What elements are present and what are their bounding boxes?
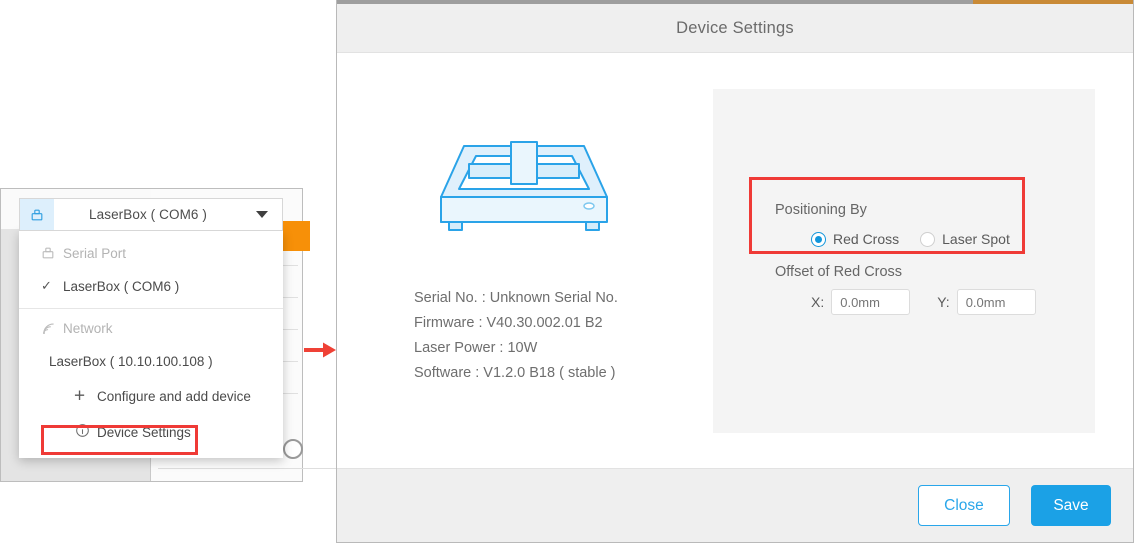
menu-item-label: LaserBox ( COM6 ) xyxy=(63,278,180,294)
plus-icon: + xyxy=(74,385,86,407)
menu-item-configure-and-add-device[interactable]: + Configure and add device xyxy=(19,378,283,414)
menu-item-laserbox-com6[interactable]: ✓ LaserBox ( COM6 ) xyxy=(19,269,283,303)
positioning-panel: Positioning By Red Cross Laser Spot Offs… xyxy=(713,89,1095,433)
info-circle-icon xyxy=(75,423,90,441)
dialog-footer: Close Save xyxy=(337,468,1133,542)
wifi-network-icon xyxy=(39,319,57,337)
offset-x-input[interactable] xyxy=(831,289,911,315)
menu-separator xyxy=(19,308,283,309)
menu-group-serial-port: Serial Port xyxy=(19,237,283,269)
menu-item-laserbox-network[interactable]: LaserBox ( 10.10.100.108 ) xyxy=(19,344,283,378)
offset-of-red-cross-label: Offset of Red Cross xyxy=(775,264,903,280)
device-info-power: Laser Power : 10W xyxy=(414,340,538,356)
serial-port-icon xyxy=(20,199,54,230)
offset-x-label: X: xyxy=(811,294,825,310)
dialog-header: Device Settings xyxy=(337,4,1133,53)
device-settings-dialog: Device Settings Serial No.: Unknown Ser… xyxy=(336,0,1134,543)
offset-y-label: Y: xyxy=(937,294,950,310)
background-circle-handle xyxy=(283,439,303,459)
menu-group-label: Serial Port xyxy=(63,245,127,261)
menu-item-label: Configure and add device xyxy=(97,388,251,404)
chevron-down-icon[interactable] xyxy=(242,211,282,218)
device-select-button[interactable]: LaserBox ( COM6 ) xyxy=(19,198,283,231)
positioning-by-label: Positioning By xyxy=(775,202,867,218)
red-flow-arrow xyxy=(303,341,337,359)
menu-item-label: Device Settings xyxy=(97,424,191,440)
radio-option-red-cross[interactable]: Red Cross xyxy=(811,231,899,247)
save-button[interactable]: Save xyxy=(1031,485,1111,526)
check-icon: ✓ xyxy=(41,278,52,293)
device-info-software: Software : V1.2.0 B18 ( stable ) xyxy=(414,365,616,381)
radio-label-laser-spot: Laser Spot xyxy=(942,231,1010,247)
close-button[interactable]: Close xyxy=(918,485,1010,526)
menu-group-label: Network xyxy=(63,320,113,336)
positioning-radio-group[interactable]: Red Cross Laser Spot xyxy=(811,231,1010,247)
offset-y-input[interactable] xyxy=(956,289,1036,315)
device-info-firmware: Firmware : V40.30.002.01 B2 xyxy=(414,315,603,331)
menu-item-label: LaserBox ( 10.10.100.108 ) xyxy=(49,353,213,369)
menu-item-device-settings[interactable]: Device Settings xyxy=(19,414,283,450)
radio-label-red-cross: Red Cross xyxy=(833,231,900,247)
radio-option-laser-spot[interactable]: Laser Spot xyxy=(920,231,1010,247)
radio-indicator-laser-spot[interactable] xyxy=(920,231,936,247)
radio-indicator-red-cross[interactable] xyxy=(811,231,826,247)
device-info-block: Serial No. : Unknown Serial No. Firmware… xyxy=(414,286,618,386)
offset-fields-row: X: Y: xyxy=(811,289,1036,315)
device-info-serial: Serial No. : Unknown Serial No. xyxy=(414,290,618,306)
laser-cutter-illustration xyxy=(429,134,619,244)
dialog-title: Device Settings xyxy=(676,18,794,37)
menu-group-network: Network xyxy=(19,312,283,344)
device-select-label: LaserBox ( COM6 ) xyxy=(89,207,207,222)
dialog-body: Serial No. : Unknown Serial No. Firmware… xyxy=(337,54,1133,468)
device-dropdown-menu[interactable]: Serial Port ✓ LaserBox ( COM6 ) Network … xyxy=(19,231,283,458)
serial-port-icon xyxy=(39,244,57,262)
